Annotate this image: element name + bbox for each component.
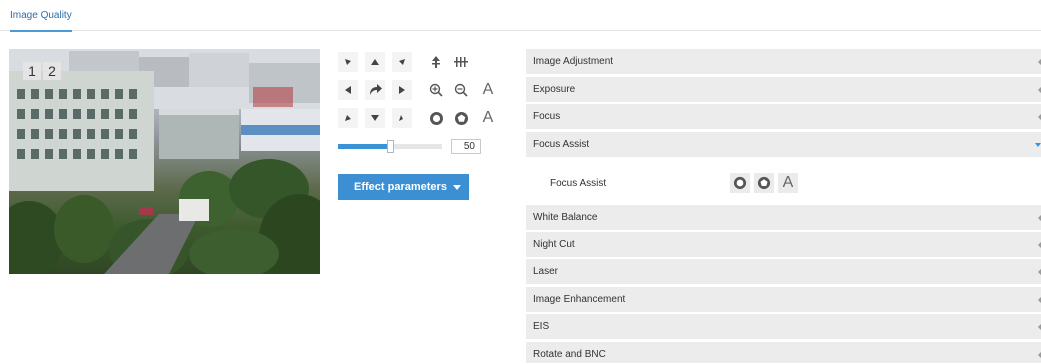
focus-near-icon[interactable] xyxy=(426,108,446,128)
section-title: EIS xyxy=(533,321,550,332)
focus-assist-auto-icon[interactable]: A xyxy=(778,173,798,193)
arrow-down-icon[interactable] xyxy=(365,108,385,128)
section-title: White Balance xyxy=(533,212,598,223)
focus-assist-panel: Focus Assist A xyxy=(526,159,1041,205)
channel-button-2[interactable]: 2 xyxy=(43,62,61,80)
section-image-adjustment[interactable]: Image Adjustment xyxy=(526,49,1041,75)
tab-image-quality[interactable]: Image Quality xyxy=(10,10,72,32)
arrow-down-left-icon[interactable] xyxy=(338,108,358,128)
section-focus-assist[interactable]: Focus Assist xyxy=(526,132,1041,158)
channel-button-1[interactable]: 1 xyxy=(23,62,41,80)
section-focus[interactable]: Focus xyxy=(526,104,1041,130)
auto-rotate-icon[interactable] xyxy=(365,80,385,100)
auto-focus-icon[interactable]: A xyxy=(478,108,498,128)
speed-value-field[interactable]: 50 xyxy=(451,139,481,154)
chevron-down-icon xyxy=(1035,143,1041,147)
section-rotate-and-bnc[interactable]: Rotate and BNC xyxy=(526,342,1041,364)
section-image-enhancement[interactable]: Image Enhancement xyxy=(526,287,1041,313)
section-eis[interactable]: EIS xyxy=(526,314,1041,340)
section-title: Focus Assist xyxy=(533,139,590,150)
section-title: Night Cut xyxy=(533,239,575,250)
camera-scene-image xyxy=(9,49,320,274)
section-white-balance[interactable]: White Balance xyxy=(526,205,1041,231)
wiper-icon[interactable] xyxy=(426,52,446,72)
section-title: Focus xyxy=(533,111,561,122)
focus-far-icon[interactable] xyxy=(451,108,471,128)
video-preview[interactable]: 1 2 xyxy=(9,49,320,274)
chevron-down-icon[interactable] xyxy=(453,184,461,190)
focus-assist-label: Focus Assist xyxy=(550,178,607,189)
section-laser[interactable]: Laser xyxy=(526,259,1041,285)
effect-parameters-label: Effect parameters xyxy=(354,181,447,193)
arrow-down-right-icon[interactable] xyxy=(392,108,412,128)
tab-bar: Image Quality xyxy=(0,0,1041,32)
section-title: Rotate and BNC xyxy=(533,349,606,360)
arrow-right-icon[interactable] xyxy=(392,80,412,100)
speed-slider-handle[interactable] xyxy=(387,140,394,153)
effect-parameters-button[interactable]: Effect parameters xyxy=(338,174,469,200)
arrow-up-right-icon[interactable] xyxy=(392,52,412,72)
speed-slider-fill xyxy=(338,144,390,149)
section-night-cut[interactable]: Night Cut xyxy=(526,232,1041,258)
section-title: Image Enhancement xyxy=(533,294,626,305)
focus-assist-far-icon[interactable] xyxy=(754,173,774,193)
section-exposure[interactable]: Exposure xyxy=(526,77,1041,103)
speed-slider[interactable] xyxy=(338,140,442,153)
light-icon[interactable] xyxy=(451,52,471,72)
focus-assist-near-icon[interactable] xyxy=(730,173,750,193)
zoom-out-icon[interactable] xyxy=(451,80,471,100)
arrow-up-icon[interactable] xyxy=(365,52,385,72)
arrow-up-left-icon[interactable] xyxy=(338,52,358,72)
zoom-in-icon[interactable] xyxy=(426,80,446,100)
section-title: Exposure xyxy=(533,84,576,95)
section-title: Laser xyxy=(533,266,559,277)
arrow-left-icon[interactable] xyxy=(338,80,358,100)
auto-zoom-icon[interactable]: A xyxy=(478,80,498,100)
section-title: Image Adjustment xyxy=(533,56,614,67)
